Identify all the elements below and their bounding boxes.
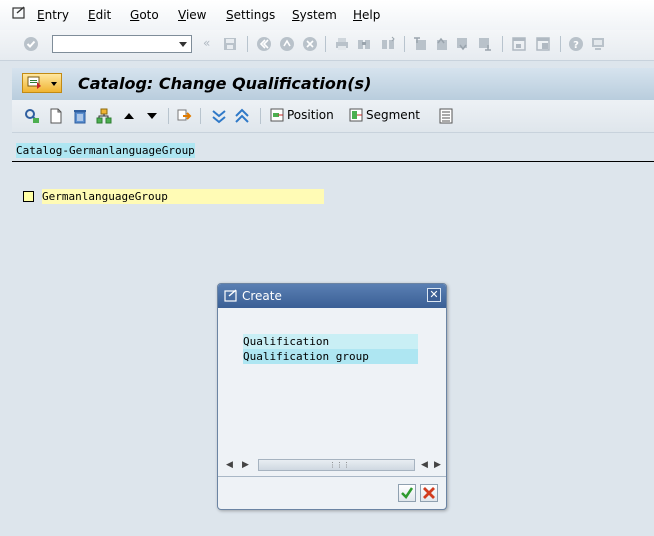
tree-item-label[interactable]: GermanlanguageGroup (42, 189, 324, 204)
svg-text:?: ? (573, 40, 579, 51)
save-icon[interactable] (222, 36, 238, 52)
application-toolbar: Position Segment (12, 100, 654, 133)
menu-bar: Entry Edit Goto View Settings System Hel… (0, 0, 654, 30)
checkmark-icon (401, 487, 414, 499)
back-icon[interactable] (256, 36, 272, 52)
scroll-left-icon[interactable]: ◀ (226, 460, 233, 470)
chevron-down-icon[interactable] (179, 42, 187, 47)
chevron-down-icon (51, 82, 57, 86)
position-button-label: Position (287, 108, 334, 122)
prev-page-icon[interactable] (433, 36, 449, 52)
dialog-footer (218, 476, 446, 509)
header-divider (12, 161, 654, 162)
separator (260, 108, 261, 124)
enter-icon[interactable] (23, 36, 39, 52)
collapse-icon[interactable] (234, 108, 250, 124)
expand-icon[interactable] (211, 108, 227, 124)
dialog-menu-icon[interactable] (224, 289, 238, 303)
app-menu-icon[interactable] (12, 6, 26, 20)
ok-button[interactable] (398, 484, 416, 502)
segment-icon (349, 108, 363, 122)
find-next-icon[interactable] (380, 36, 396, 52)
tree-item[interactable]: GermanlanguageGroup (22, 189, 324, 204)
display-icon[interactable] (24, 108, 40, 124)
separator (502, 36, 503, 52)
dialog-title: Create (242, 289, 282, 303)
structure-icon[interactable] (96, 108, 112, 124)
list-icon[interactable] (438, 108, 454, 124)
dialog-title-bar: Create ✕ (218, 284, 446, 308)
menu-view[interactable]: View (178, 8, 206, 22)
page-title: Catalog: Change Qualification(s) (78, 74, 372, 93)
double-chevron-left-icon: « (203, 36, 211, 50)
new-session-icon[interactable] (511, 36, 527, 52)
scroll-right-icon[interactable]: ▶ (434, 460, 441, 470)
segment-button[interactable]: Segment (349, 108, 420, 122)
screen-title-bar: Catalog: Change Qualification(s) (12, 68, 654, 100)
position-icon (270, 108, 284, 122)
help-icon[interactable]: ? (568, 36, 584, 52)
separator (200, 108, 201, 124)
up-icon[interactable] (121, 108, 137, 124)
segment-button-label: Segment (366, 108, 420, 122)
menu-icon (27, 76, 41, 89)
horizontal-scrollbar[interactable]: ◀ ▶ ⋮⋮⋮ ◀ ▶ (226, 458, 441, 472)
menu-entry[interactable]: Entry (37, 8, 69, 22)
cancel-icon[interactable] (302, 36, 318, 52)
separator (560, 36, 561, 52)
exit-icon[interactable] (279, 36, 295, 52)
separator (168, 108, 169, 124)
position-button[interactable]: Position (270, 108, 334, 122)
scroll-left-icon[interactable]: ◀ (421, 460, 428, 470)
menu-system[interactable]: System (292, 8, 337, 22)
grip-icon: ⋮⋮⋮ (329, 461, 350, 469)
separator (325, 36, 326, 52)
tree-item-checkbox[interactable] (23, 191, 34, 202)
create-icon[interactable] (48, 108, 64, 124)
separator (404, 36, 405, 52)
down-icon[interactable] (144, 108, 160, 124)
catalog-header: Catalog-GermanlanguageGroup (16, 143, 195, 158)
option-qualification[interactable]: Qualification (243, 334, 418, 349)
system-toolbar: « ? (0, 30, 654, 61)
shortcut-icon[interactable] (535, 36, 551, 52)
next-page-icon[interactable] (455, 36, 471, 52)
find-icon[interactable] (356, 36, 372, 52)
first-page-icon[interactable] (412, 36, 428, 52)
dialog-body: Qualification Qualification group ◀ ▶ ⋮⋮… (222, 312, 442, 474)
reassign-icon[interactable] (176, 108, 192, 124)
menu-edit[interactable]: Edit (88, 8, 111, 22)
cancel-button[interactable] (420, 484, 438, 502)
create-dialog: Create ✕ Qualification Qualification gro… (217, 283, 447, 510)
close-icon[interactable]: ✕ (427, 288, 441, 302)
print-icon[interactable] (334, 36, 350, 52)
separator (247, 36, 248, 52)
layout-icon[interactable] (590, 36, 606, 52)
footer-divider (218, 476, 446, 477)
menu-goto[interactable]: Goto (130, 8, 159, 22)
menu-help[interactable]: Help (353, 8, 380, 22)
menu-settings[interactable]: Settings (226, 8, 275, 22)
last-page-icon[interactable] (477, 36, 493, 52)
screen-menu-button[interactable] (22, 73, 62, 93)
command-field[interactable] (52, 35, 192, 53)
delete-icon[interactable] (72, 108, 88, 124)
cancel-x-icon (423, 487, 435, 499)
option-qualification-group[interactable]: Qualification group (243, 349, 418, 364)
scrollbar-thumb[interactable]: ⋮⋮⋮ (258, 459, 415, 471)
scroll-right-icon[interactable]: ▶ (242, 460, 249, 470)
